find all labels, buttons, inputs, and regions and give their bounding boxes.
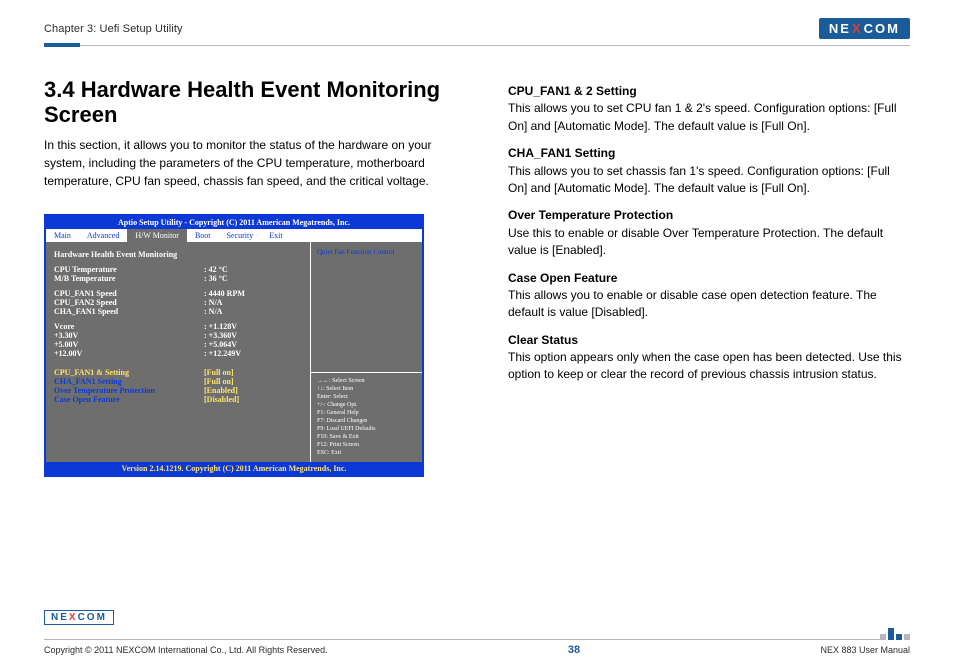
bios-help-text: Quiet Fan Function Control — [311, 242, 422, 372]
bios-tab-main: Main — [46, 229, 79, 242]
bios-option-value: [Disabled] — [204, 395, 239, 404]
setting-description: Use this to enable or disable Over Tempe… — [508, 225, 910, 260]
bios-key-hints: →←: Select Screen↑↓: Select ItemEnter: S… — [311, 372, 422, 462]
bios-option-label: Over Temperature Protection — [54, 386, 204, 395]
bios-title: Aptio Setup Utility - Copyright (C) 2011… — [46, 216, 422, 229]
header-bar: Chapter 3: Uefi Setup Utility NEXCOM — [44, 18, 910, 39]
logo-right: COM — [864, 21, 900, 36]
bios-option-value: [Enabled] — [204, 386, 238, 395]
bios-key-hint: F7: Discard Changes — [317, 417, 416, 425]
bios-label: CPU_FAN1 Speed — [54, 289, 204, 298]
bios-key-hint: Enter: Select — [317, 393, 416, 401]
bios-label: CPU Temperature — [54, 265, 204, 274]
bios-tab-h-w-monitor: H/W Monitor — [127, 229, 187, 242]
bios-tab-advanced: Advanced — [79, 229, 127, 242]
bios-option-label: CPU_FAN1 & Setting — [54, 368, 204, 377]
bios-value: : N/A — [204, 307, 222, 316]
bios-value: : +12.249V — [204, 349, 241, 358]
logo-left: NE — [829, 21, 851, 36]
footer-logo: NEXCOM — [44, 610, 114, 625]
bios-row: +12.00V: +12.249V — [54, 349, 302, 358]
bios-tab-security: Security — [219, 229, 262, 242]
setting-heading: CHA_FAN1 Setting — [508, 145, 910, 162]
setting-heading: Case Open Feature — [508, 270, 910, 287]
bios-label: +5.00V — [54, 340, 204, 349]
bios-value: : 36 °C — [204, 274, 228, 283]
setting-heading: Clear Status — [508, 332, 910, 349]
bios-label: CPU_FAN2 Speed — [54, 298, 204, 307]
section-intro: In this section, it allows you to monito… — [44, 136, 474, 190]
bios-main-panel: Hardware Health Event Monitoring CPU Tem… — [46, 242, 310, 462]
bios-key-hint: ESC: Exit — [317, 449, 416, 457]
bios-value: : N/A — [204, 298, 222, 307]
bios-key-hint: F12: Print Screen — [317, 441, 416, 449]
section-heading: 3.4 Hardware Health Event Monitoring Scr… — [44, 77, 474, 128]
bios-menu: MainAdvancedH/W MonitorBootSecurityExit — [46, 229, 422, 242]
bios-row: M/B Temperature: 36 °C — [54, 274, 302, 283]
decorative-squares-icon — [880, 628, 910, 640]
bios-footer: Version 2.14.1219. Copyright (C) 2011 Am… — [46, 462, 422, 475]
bios-key-hint: F1: General Help — [317, 409, 416, 417]
bios-key-hint: →←: Select Screen — [317, 377, 416, 385]
brand-logo: NEXCOM — [819, 18, 910, 39]
bios-label: Vcore — [54, 322, 204, 331]
right-column: CPU_FAN1 & 2 SettingThis allows you to s… — [508, 77, 910, 477]
bios-section-head: Hardware Health Event Monitoring — [54, 250, 204, 259]
bios-label: M/B Temperature — [54, 274, 204, 283]
manual-id: NEX 883 User Manual — [820, 645, 910, 655]
setting-description: This allows you to enable or disable cas… — [508, 287, 910, 322]
logo-x: X — [851, 21, 864, 36]
bios-row: Vcore: +1.128V — [54, 322, 302, 331]
bios-side-panel: Quiet Fan Function Control →←: Select Sc… — [310, 242, 422, 462]
bios-label: +12.00V — [54, 349, 204, 358]
bios-key-hint: F9: Load UEFI Defaults — [317, 425, 416, 433]
body-columns: 3.4 Hardware Health Event Monitoring Scr… — [44, 77, 910, 477]
setting-description: This option appears only when the case o… — [508, 349, 910, 384]
bios-key-hint: +/-: Change Opt. — [317, 401, 416, 409]
setting-description: This allows you to set CPU fan 1 & 2's s… — [508, 100, 910, 135]
copyright-text: Copyright © 2011 NEXCOM International Co… — [44, 645, 328, 655]
header-rule — [44, 43, 910, 47]
setting-description: This allows you to set chassis fan 1's s… — [508, 163, 910, 198]
chapter-title: Chapter 3: Uefi Setup Utility — [44, 23, 183, 35]
bios-row: CPU_FAN1 Speed: 4440 RPM — [54, 289, 302, 298]
bios-tab-exit: Exit — [261, 229, 290, 242]
bios-value: : 4440 RPM — [204, 289, 245, 298]
bios-label: CHA_FAN1 Speed — [54, 307, 204, 316]
page-footer: NEXCOM Copyright © 2011 NEXCOM Internati… — [44, 607, 910, 656]
bios-key-hint: F10: Save & Exit — [317, 433, 416, 441]
bios-option-value: [Full on] — [204, 377, 234, 386]
setting-heading: Over Temperature Protection — [508, 207, 910, 224]
bios-value: : +3.360V — [204, 331, 237, 340]
bios-value: : +5.064V — [204, 340, 237, 349]
left-column: 3.4 Hardware Health Event Monitoring Scr… — [44, 77, 474, 477]
bios-option-row: CHA_FAN1 Setting[Full on] — [54, 377, 302, 386]
bios-tab-boot: Boot — [187, 229, 219, 242]
bios-row: +3.30V: +3.360V — [54, 331, 302, 340]
bios-row: CPU Temperature: 42 °C — [54, 265, 302, 274]
bios-option-label: Case Open Feature — [54, 395, 204, 404]
bios-label: +3.30V — [54, 331, 204, 340]
bios-value: : 42 °C — [204, 265, 228, 274]
bios-row: CPU_FAN2 Speed: N/A — [54, 298, 302, 307]
page-number: 38 — [568, 644, 580, 656]
bios-key-hint: ↑↓: Select Item — [317, 385, 416, 393]
bios-value: : +1.128V — [204, 322, 237, 331]
bios-row: +5.00V: +5.064V — [54, 340, 302, 349]
bios-screenshot: Aptio Setup Utility - Copyright (C) 2011… — [44, 214, 424, 477]
bios-row: CHA_FAN1 Speed: N/A — [54, 307, 302, 316]
setting-heading: CPU_FAN1 & 2 Setting — [508, 83, 910, 100]
bios-option-row: Case Open Feature[Disabled] — [54, 395, 302, 404]
bios-option-value: [Full on] — [204, 368, 234, 377]
bios-option-row: CPU_FAN1 & Setting[Full on] — [54, 368, 302, 377]
bios-option-label: CHA_FAN1 Setting — [54, 377, 204, 386]
bios-option-row: Over Temperature Protection[Enabled] — [54, 386, 302, 395]
